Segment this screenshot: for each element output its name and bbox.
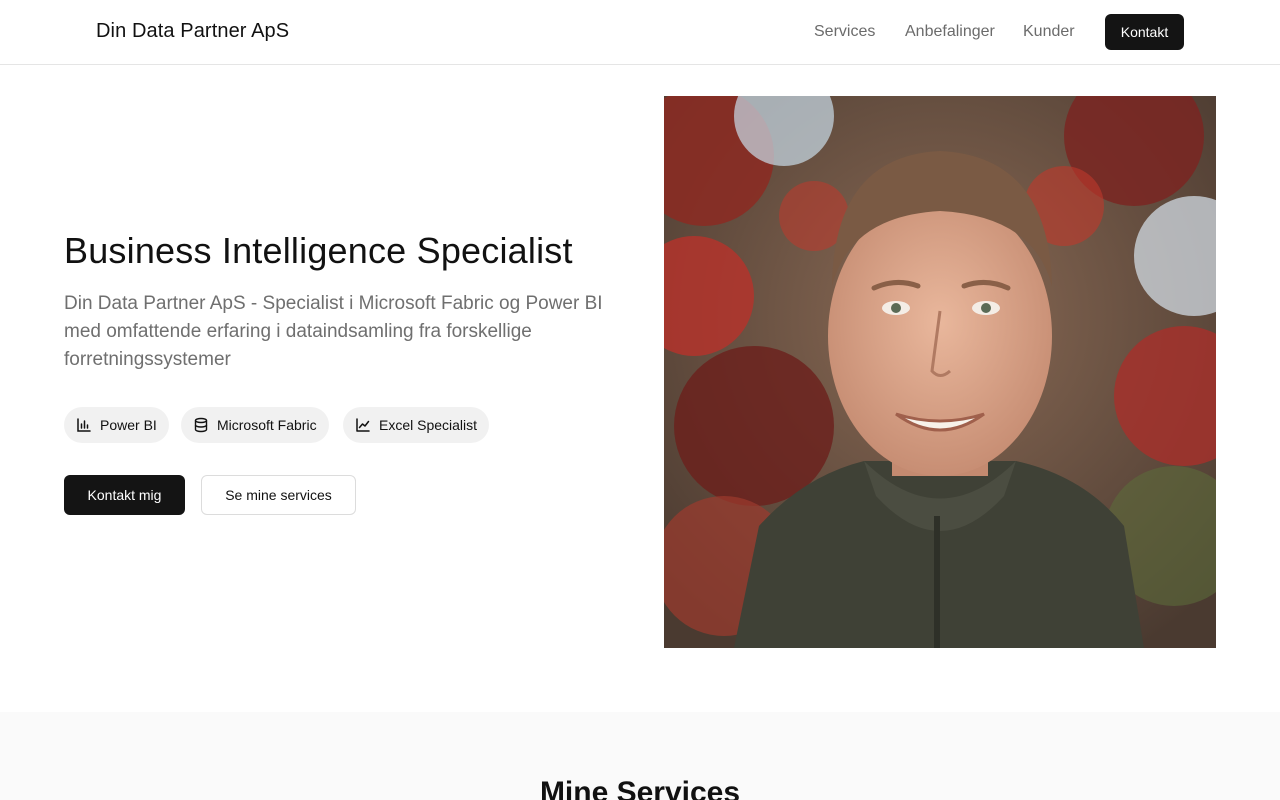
line-chart-icon (356, 418, 370, 432)
nav-link-anbefalinger[interactable]: Anbefalinger (905, 23, 995, 41)
top-navbar: Din Data Partner ApS Services Anbefaling… (0, 0, 1280, 65)
badge-label: Microsoft Fabric (217, 417, 317, 433)
badge-label: Excel Specialist (379, 417, 478, 433)
badge-excel-specialist: Excel Specialist (343, 407, 490, 443)
kontakt-button[interactable]: Kontakt (1105, 14, 1184, 50)
brand-logo-text[interactable]: Din Data Partner ApS (96, 20, 289, 43)
bar-chart-icon (77, 418, 91, 432)
nav-link-services[interactable]: Services (814, 23, 875, 41)
hero-subtitle: Din Data Partner ApS - Specialist i Micr… (64, 293, 603, 370)
badge-power-bi: Power BI (64, 407, 169, 443)
portrait-photo (664, 96, 1216, 648)
badge-label: Power BI (100, 417, 157, 433)
services-section: Mine Services (0, 712, 1280, 800)
database-icon (194, 417, 208, 433)
badge-microsoft-fabric: Microsoft Fabric (181, 407, 329, 443)
nav-link-kunder[interactable]: Kunder (1023, 23, 1075, 41)
se-mine-services-button[interactable]: Se mine services (201, 475, 356, 515)
portrait-illustration (664, 96, 1216, 648)
services-title: Mine Services (539, 776, 741, 800)
hero-title: Business Intelligence Specialist (64, 230, 573, 271)
kontakt-mig-button[interactable]: Kontakt mig (64, 475, 185, 515)
